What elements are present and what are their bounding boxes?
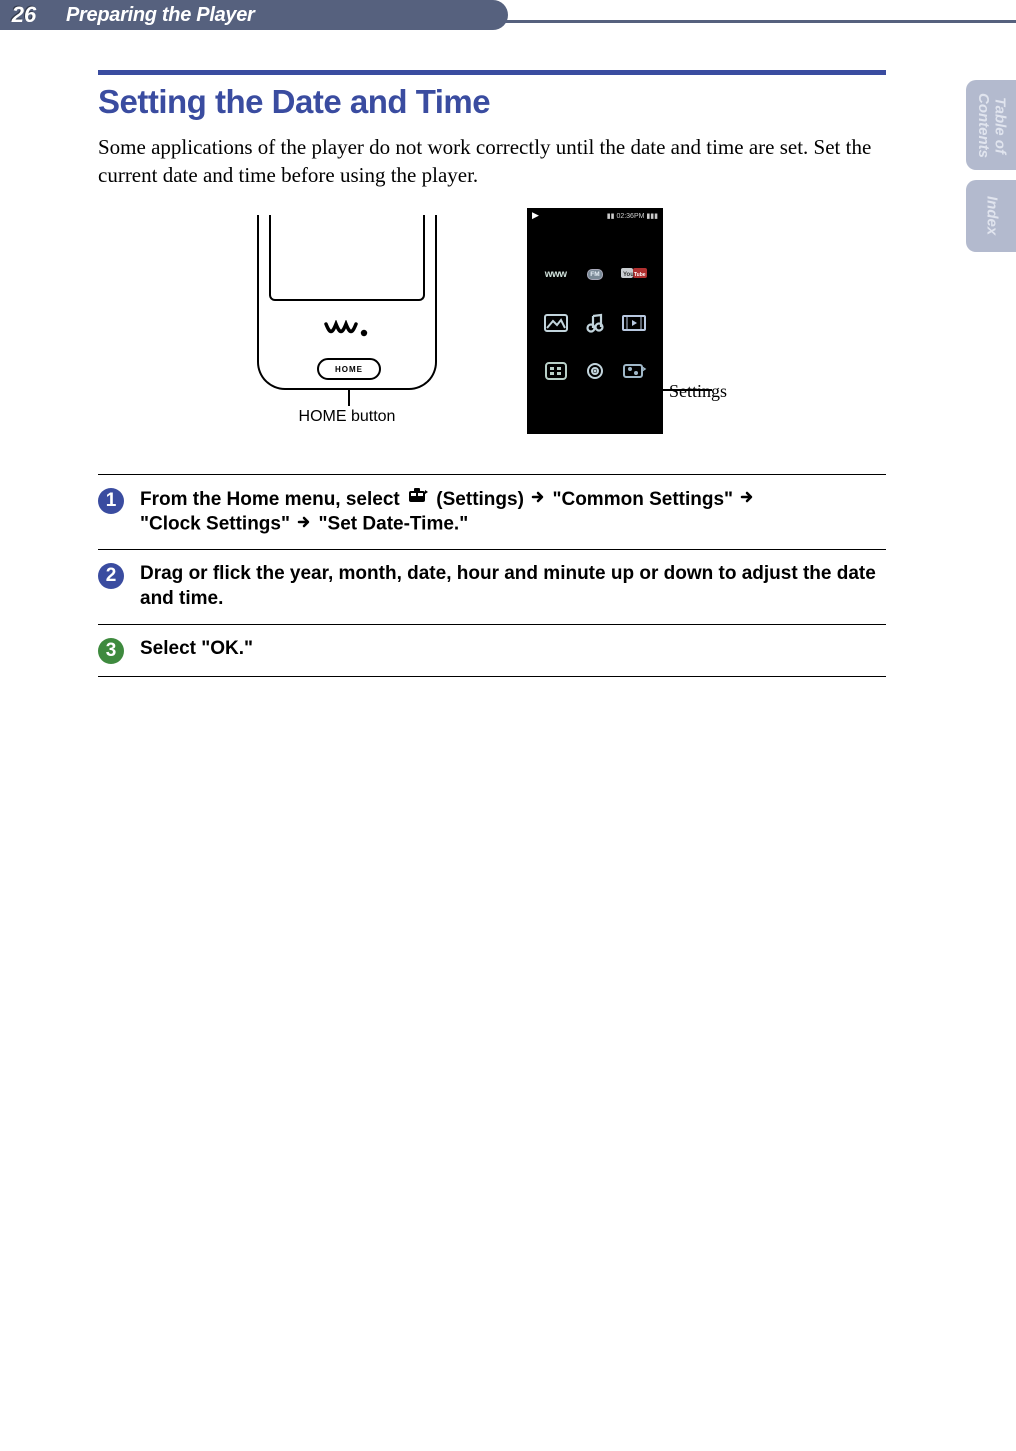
device-outline: HOME xyxy=(257,215,437,390)
arrow-right-icon xyxy=(740,487,754,512)
intro-text: Some applications of the player do not w… xyxy=(98,133,886,190)
step-2: 2 Drag or flick the year, month, date, h… xyxy=(98,550,886,624)
page-title: Setting the Date and Time xyxy=(98,83,886,121)
title-rule xyxy=(98,70,886,75)
toolkit-icon xyxy=(407,487,429,513)
step-1-text: From the Home menu, select (Settings) "C… xyxy=(140,487,756,538)
status-wifi-icon: ▮▮ xyxy=(607,213,615,220)
tab-toc[interactable]: Table of Contents xyxy=(966,80,1016,170)
tab-index[interactable]: Index xyxy=(966,180,1016,252)
fm-icon: FM xyxy=(579,262,611,288)
device-screen-edge xyxy=(269,215,425,301)
header-rule xyxy=(498,20,1016,23)
page-number: 26 xyxy=(0,0,48,30)
chapter-title: Preparing the Player xyxy=(48,0,508,30)
step-2-text: Drag or flick the year, month, date, hou… xyxy=(140,562,886,611)
music-icon xyxy=(579,310,611,336)
status-battery-icon: ▮▮▮ xyxy=(646,213,658,220)
photo-icon xyxy=(540,310,572,336)
side-tabs: Table of Contents Index xyxy=(966,80,1016,252)
status-bar: ▶ ▮▮ 02:36PM ▮▮▮ xyxy=(528,209,662,223)
screen-figure: ▶ ▮▮ 02:36PM ▮▮▮ www FM YouTube xyxy=(527,208,727,434)
status-time: 02:36PM xyxy=(616,213,644,220)
step-1: 1 From the Home menu, select (Settings) … xyxy=(98,475,886,551)
home-leader-line xyxy=(348,388,350,406)
svg-text:Tube: Tube xyxy=(634,272,646,278)
step-number-1: 1 xyxy=(98,488,124,514)
settings-caption: Settings xyxy=(669,381,727,402)
browser-icon: www xyxy=(540,262,572,288)
home-screen: ▶ ▮▮ 02:36PM ▮▮▮ www FM YouTube xyxy=(527,208,663,434)
youtube-icon: YouTube xyxy=(618,262,650,288)
walkman-logo-icon xyxy=(259,320,435,345)
podcast-icon xyxy=(579,358,611,384)
figures: HOME HOME button ▶ ▮▮ 02:36PM ▮▮▮ www xyxy=(98,208,886,434)
home-button: HOME xyxy=(317,358,381,380)
apps-icon xyxy=(540,358,572,384)
settings-leader-line xyxy=(662,389,712,391)
svg-text:You: You xyxy=(623,272,634,278)
device-figure: HOME HOME button xyxy=(257,215,437,426)
status-play-icon: ▶ xyxy=(532,210,539,221)
home-button-caption: HOME button xyxy=(299,408,396,426)
arrow-right-icon xyxy=(531,487,545,512)
app-grid: www FM YouTube xyxy=(528,223,662,395)
step-number-2: 2 xyxy=(98,563,124,589)
step-number-3: 3 xyxy=(98,638,124,664)
page-content: Setting the Date and Time Some applicati… xyxy=(98,70,886,677)
video-icon xyxy=(618,310,650,336)
step-3-text: Select "OK." xyxy=(140,637,253,662)
arrow-right-icon xyxy=(297,512,311,537)
page-header: 26 Preparing the Player xyxy=(0,0,1016,30)
step-3: 3 Select "OK." xyxy=(98,625,886,677)
settings-icon xyxy=(618,358,650,384)
